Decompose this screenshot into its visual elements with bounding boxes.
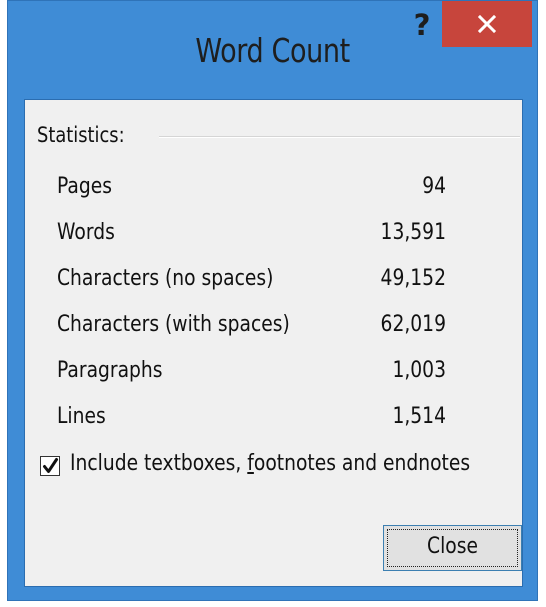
include-textboxes-label: Include textboxes, footnotes and endnote…	[70, 451, 470, 476]
close-x-icon	[478, 15, 496, 33]
stat-label: Pages	[57, 174, 113, 199]
stat-label: Characters (no spaces)	[57, 266, 274, 291]
stat-label: Characters (with spaces)	[57, 312, 290, 337]
stat-label: Lines	[57, 404, 106, 429]
group-divider	[159, 136, 520, 138]
stat-row-paragraphs: Paragraphs 1,003	[25, 354, 522, 390]
dialog-body: Statistics: Pages 94 Words 13,591 Charac…	[24, 99, 523, 587]
statistics-group-label: Statistics:	[37, 123, 125, 147]
stat-row-characters-no-spaces: Characters (no spaces) 49,152	[25, 262, 522, 298]
help-button[interactable]: ?	[402, 5, 442, 45]
close-button-label: Close	[427, 534, 478, 559]
checkmark-icon	[43, 458, 58, 473]
word-count-dialog: Word Count ? Statistics: Pages 94 Words …	[7, 0, 538, 601]
stat-row-words: Words 13,591	[25, 216, 522, 252]
label-text-start: Include textboxes,	[70, 451, 248, 476]
stat-label: Paragraphs	[57, 358, 163, 383]
stat-value: 62,019	[380, 312, 446, 337]
close-button[interactable]: Close	[383, 525, 522, 571]
stat-row-pages: Pages 94	[25, 170, 522, 206]
include-textboxes-option[interactable]: Include textboxes, footnotes and endnote…	[40, 450, 520, 486]
stat-value: 1,003	[392, 358, 446, 383]
stat-label: Words	[57, 220, 115, 245]
label-text-end: ootnotes and endnotes	[253, 451, 471, 476]
stat-value: 49,152	[380, 266, 446, 291]
stat-value: 13,591	[380, 220, 446, 245]
title-bar[interactable]: Word Count ?	[8, 1, 537, 98]
stat-row-lines: Lines 1,514	[25, 400, 522, 436]
close-window-button[interactable]	[442, 1, 532, 47]
stat-row-characters-with-spaces: Characters (with spaces) 62,019	[25, 308, 522, 344]
include-textboxes-checkbox[interactable]	[40, 456, 60, 476]
stat-value: 1,514	[392, 404, 446, 429]
stat-value: 94	[422, 174, 446, 199]
